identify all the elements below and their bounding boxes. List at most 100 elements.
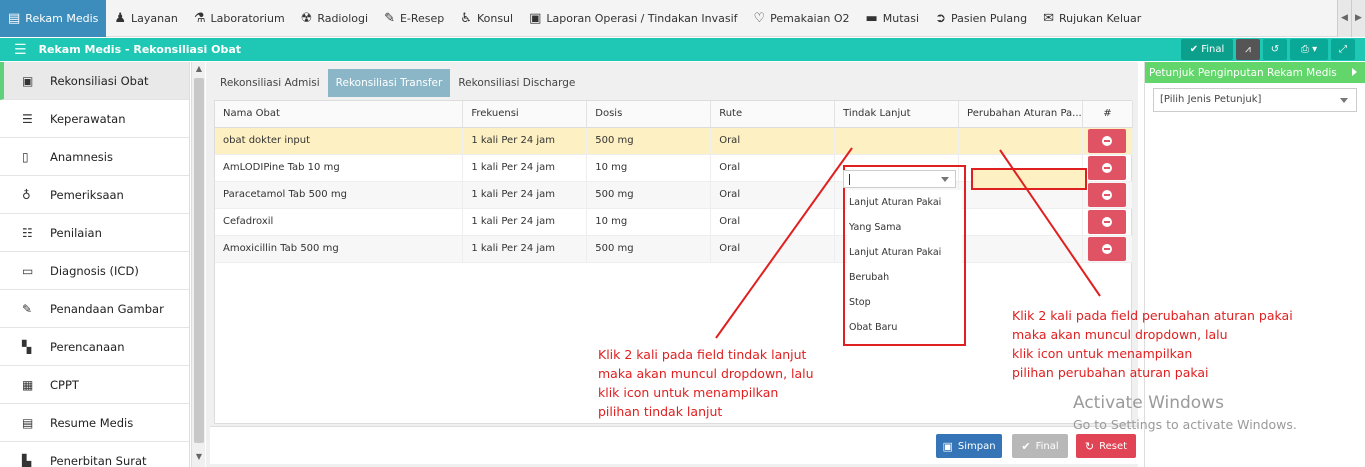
sidebar-item-perencanaan[interactable]: ▚ Perencanaan <box>0 328 189 366</box>
chevron-down-icon[interactable] <box>1340 98 1348 103</box>
cell-tindak-lanjut[interactable] <box>834 127 960 155</box>
nav-scroll-right[interactable]: ▶ <box>1351 0 1365 37</box>
cell-dosis[interactable]: 10 mg <box>586 154 712 182</box>
petunjuk-select[interactable]: [Pilih Jenis Petunjuk] <box>1153 88 1357 112</box>
sidebar-item-keperawatan[interactable]: ☰ Keperawatan <box>0 100 189 138</box>
cell-perubahan-aturan[interactable] <box>958 127 1083 155</box>
dropdown-option[interactable]: Stop <box>847 290 962 315</box>
cell-rute[interactable]: Oral <box>710 127 836 155</box>
delete-row-button[interactable] <box>1088 182 1127 207</box>
nav-rujukan-keluar[interactable]: ✉ Rujukan Keluar <box>1035 0 1149 37</box>
cell-dosis[interactable]: 500 mg <box>586 181 712 209</box>
delete-row-button[interactable] <box>1088 128 1127 153</box>
column-header[interactable]: Nama Obat <box>215 101 464 128</box>
sidebar-item-diagnosis[interactable]: ▭ Diagnosis (ICD) <box>0 252 189 290</box>
annotation-perubahan: Klik 2 kali pada field perubahan aturan … <box>1012 308 1293 380</box>
delete-row-button[interactable] <box>1088 236 1127 261</box>
sidebar-scrollbar[interactable]: ▲ ▼ <box>191 62 205 467</box>
dropdown-option[interactable]: Yang Sama <box>847 215 962 240</box>
column-header[interactable]: Dosis <box>586 101 712 128</box>
table-row[interactable]: Amoxicillin Tab 500 mg 1 kali Per 24 jam… <box>215 235 1134 263</box>
cell-frekuensi[interactable]: 1 kali Per 24 jam <box>462 235 588 263</box>
reset-button[interactable]: ↻ Reset <box>1076 434 1136 458</box>
nav-radiologi[interactable]: ☢ Radiologi <box>293 0 376 37</box>
nav-e-resep[interactable]: ✎ E-Resep <box>376 0 452 37</box>
nav-laboratorium[interactable]: ⚗ Laboratorium <box>186 0 293 37</box>
history-button[interactable]: ↺ <box>1263 39 1287 60</box>
cell-nama-obat[interactable]: Cefadroxil <box>215 208 464 236</box>
clipboard-icon: ▯ <box>22 149 29 164</box>
cell-dosis[interactable]: 500 mg <box>586 127 712 155</box>
chevron-right-icon[interactable] <box>1352 68 1357 76</box>
cell-perubahan-aturan[interactable] <box>958 208 1083 236</box>
cell-nama-obat[interactable]: obat dokter input <box>215 127 464 155</box>
wheelchair-icon: ♿ <box>460 10 472 26</box>
pill-icon: ✎ <box>384 10 395 26</box>
tab-rekonsiliasi-transfer[interactable]: Rekonsiliasi Transfer <box>327 69 451 97</box>
print-button[interactable]: ⎙ ▾ <box>1290 39 1328 60</box>
column-header[interactable]: Tindak Lanjut <box>834 101 960 128</box>
cell-frekuensi[interactable]: 1 kali Per 24 jam <box>462 127 588 155</box>
tindak-lanjut-combobox[interactable] <box>843 170 956 188</box>
cell-nama-obat[interactable]: Paracetamol Tab 500 mg <box>215 181 464 209</box>
dropdown-option[interactable]: Lanjut Aturan Pakai <box>847 240 962 265</box>
sidebar-item-anamnesis[interactable]: ▯ Anamnesis <box>0 138 189 176</box>
table-row[interactable]: obat dokter input 1 kali Per 24 jam 500 … <box>215 127 1134 155</box>
sidebar-item-pemeriksaan[interactable]: ♁ Pemeriksaan <box>0 176 189 214</box>
sidebar-item-cppt[interactable]: ▦ CPPT <box>0 366 189 404</box>
delete-row-button[interactable] <box>1088 155 1127 180</box>
nav-mutasi[interactable]: ▬ Mutasi <box>857 0 927 37</box>
dropdown-option[interactable]: Obat Baru <box>847 315 962 340</box>
cell-frekuensi[interactable]: 1 kali Per 24 jam <box>462 208 588 236</box>
nav-pasien-pulang[interactable]: ➲ Pasien Pulang <box>927 0 1035 37</box>
chart-button[interactable]: ⩘ <box>1236 39 1260 60</box>
cell-dosis[interactable]: 10 mg <box>586 208 712 236</box>
delete-row-button[interactable] <box>1088 209 1127 234</box>
tab-rekonsiliasi-admisi[interactable]: Rekonsiliasi Admisi <box>212 69 328 97</box>
printer-icon: ⎙ ▾ <box>1300 44 1318 55</box>
cell-rute[interactable]: Oral <box>710 235 836 263</box>
list-icon: ☰ <box>22 111 33 126</box>
cell-dosis[interactable]: 500 mg <box>586 235 712 263</box>
sidebar-item-penerbitan-surat[interactable]: ▙ Penerbitan Surat <box>0 442 189 467</box>
scroll-up-icon[interactable]: ▲ <box>192 64 206 73</box>
simpan-button[interactable]: ▣ Simpan <box>936 434 1002 458</box>
cell-rute[interactable]: Oral <box>710 181 836 209</box>
dropdown-option[interactable]: Berubah <box>847 265 962 290</box>
final-header-button[interactable]: ✔ Final <box>1181 39 1233 60</box>
nav-konsul[interactable]: ♿ Konsul <box>452 0 521 37</box>
sidebar-item-penilaian[interactable]: ☷ Penilaian <box>0 214 189 252</box>
cell-rute[interactable]: Oral <box>710 154 836 182</box>
cell-nama-obat[interactable]: AmLODIPine Tab 10 mg <box>215 154 464 182</box>
sidebar-item-resume-medis[interactable]: ▤ Resume Medis <box>0 404 189 442</box>
scroll-thumb[interactable] <box>194 78 204 443</box>
nav-laporan-operasi[interactable]: ▣ Laporan Operasi / Tindakan Invasif <box>521 0 745 37</box>
column-header[interactable]: Rute <box>710 101 836 128</box>
dropdown-option[interactable]: Lanjut Aturan Pakai <box>847 190 962 215</box>
hamburger-icon[interactable]: ☰ <box>14 42 27 58</box>
nav-pemakaian-o2[interactable]: ♡ Pemakaian O2 <box>746 0 858 37</box>
nav-rekam-medis[interactable]: ▤ Rekam Medis <box>0 0 107 37</box>
sidebar-item-rekonsiliasi-obat[interactable]: ▣ Rekonsiliasi Obat <box>0 62 189 100</box>
tindak-lanjut-dropdown: Lanjut Aturan Pakai Yang Sama Lanjut Atu… <box>847 190 962 340</box>
cell-frekuensi[interactable]: 1 kali Per 24 jam <box>462 154 588 182</box>
petunjuk-header[interactable]: Petunjuk Penginputan Rekam Medis <box>1145 62 1365 83</box>
perubahan-aturan-field[interactable] <box>971 168 1087 190</box>
nav-layanan[interactable]: ♟ Layanan <box>106 0 185 37</box>
cell-perubahan-aturan[interactable] <box>958 235 1083 263</box>
scroll-down-icon[interactable]: ▼ <box>192 452 206 461</box>
nav-scroll-left[interactable]: ◀ <box>1337 0 1351 37</box>
column-header[interactable]: Frekuensi <box>462 101 588 128</box>
bed-icon: ▬ <box>865 10 878 26</box>
expand-button[interactable]: ⤢ <box>1331 39 1355 60</box>
table-row[interactable]: Cefadroxil 1 kali Per 24 jam 10 mg Oral <box>215 208 1134 236</box>
sidebar-item-penandaan-gambar[interactable]: ✎ Penandaan Gambar <box>0 290 189 328</box>
final-button[interactable]: ✔ Final <box>1012 434 1068 458</box>
cell-frekuensi[interactable]: 1 kali Per 24 jam <box>462 181 588 209</box>
cell-nama-obat[interactable]: Amoxicillin Tab 500 mg <box>215 235 464 263</box>
nav-label: Rekam Medis <box>25 11 99 25</box>
chevron-down-icon[interactable] <box>941 177 949 182</box>
column-header[interactable]: Perubahan Aturan Pa... <box>958 101 1083 128</box>
tab-rekonsiliasi-discharge[interactable]: Rekonsiliasi Discharge <box>450 69 583 97</box>
cell-rute[interactable]: Oral <box>710 208 836 236</box>
